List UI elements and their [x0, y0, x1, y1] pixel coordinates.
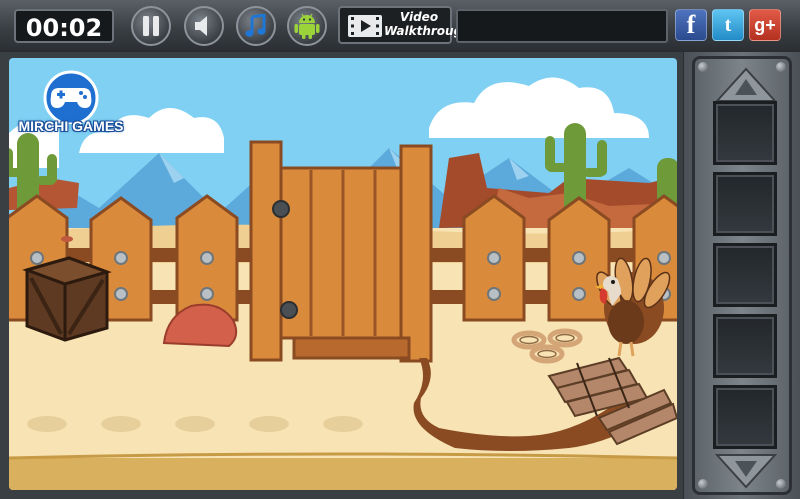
timer-display: 00:02 — [14, 9, 114, 43]
music-note-icon — [245, 14, 266, 37]
gamepad-icon — [43, 70, 99, 124]
pause-icon — [143, 16, 159, 36]
wooden-crate — [22, 256, 112, 342]
video-label-line2: Walkthrough — [384, 24, 471, 38]
top-toolbar: 00:02 Video Walkthrough f t g+ — [0, 0, 800, 52]
bolt-icon — [776, 479, 786, 489]
facebook-icon: f — [686, 10, 696, 39]
facebook-share-button[interactable]: f — [675, 9, 707, 41]
inventory-slot-1[interactable] — [713, 101, 777, 165]
game-scene: MIRCHI GAMES — [9, 58, 677, 490]
music-button[interactable] — [236, 6, 276, 46]
bolt-icon — [698, 62, 708, 72]
twitter-share-button[interactable]: t — [712, 9, 744, 41]
video-walkthrough-button[interactable]: Video Walkthrough — [338, 6, 471, 44]
inventory-panel — [684, 52, 800, 499]
inventory-scroll-up-button[interactable] — [715, 67, 777, 103]
android-button[interactable] — [287, 6, 327, 46]
twitter-icon: t — [724, 13, 732, 36]
inventory-slot-3[interactable] — [713, 243, 777, 307]
inventory-slot-4[interactable] — [713, 314, 777, 378]
google-plus-share-button[interactable]: g+ — [749, 9, 781, 41]
bolt-icon — [698, 479, 708, 489]
wooden-gate — [249, 140, 433, 363]
pause-button[interactable] — [131, 6, 171, 46]
inventory-frame — [692, 56, 792, 495]
gate-hinge-top — [272, 200, 290, 218]
inventory-scroll-down-button[interactable] — [715, 453, 777, 489]
film-icon — [348, 15, 382, 37]
inventory-slot-5[interactable] — [713, 385, 777, 449]
speaker-icon — [195, 16, 207, 36]
logo-text: MIRCHI GAMES — [18, 118, 124, 134]
bolt-icon — [776, 62, 786, 72]
gate-hinge-bottom — [280, 301, 298, 319]
video-label-line1: Video — [399, 10, 439, 24]
message-bar — [456, 9, 668, 43]
inventory-slot-2[interactable] — [713, 172, 777, 236]
mirchi-games-logo[interactable]: MIRCHI GAMES — [15, 68, 127, 143]
android-icon — [294, 13, 320, 39]
sound-button[interactable] — [184, 6, 224, 46]
google-plus-icon: g+ — [754, 14, 776, 35]
